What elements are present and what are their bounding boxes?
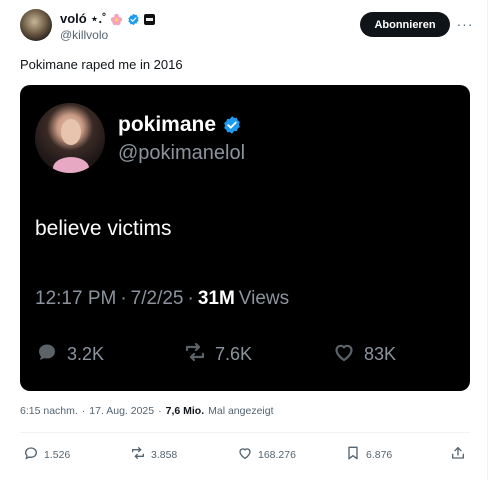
embed-time: 12:17 PM: [35, 288, 117, 309]
tweet-timestamp: 6:15 nachm. · 17. Aug. 2025 · 7,6 Mio. M…: [20, 405, 274, 417]
tweet-views-count: 7,6 Mio.: [165, 405, 205, 417]
embed-meta: 12:17 PM · 7/2/25 · 31M Views: [35, 288, 289, 310]
embed-views-label: Views: [238, 288, 290, 309]
divider: [20, 432, 470, 433]
action-bar: 1.526 3.858 168.276 6.876: [20, 445, 475, 465]
bookmark-count: 6.876: [366, 448, 393, 461]
embed-avatar: [35, 103, 105, 173]
repost-button[interactable]: 3.858: [130, 445, 177, 464]
author-handle[interactable]: @killvolo: [60, 28, 108, 42]
tweet-separator: ·: [81, 405, 86, 417]
embed-reply: 3.2K: [35, 340, 104, 369]
avatar[interactable]: [20, 9, 52, 41]
column-border: [487, 0, 488, 480]
follow-button[interactable]: Abonnieren: [360, 12, 450, 37]
embed-name-row: pokimane: [118, 113, 242, 137]
share-button[interactable]: [450, 445, 466, 464]
author-display-name[interactable]: voló ⋆.˚: [60, 11, 106, 27]
author-name-row: voló ⋆.˚: [60, 11, 156, 27]
bookmark-button[interactable]: 6.876: [345, 445, 392, 464]
embed-reply-count: 3.2K: [67, 344, 105, 364]
like-icon: [237, 445, 253, 464]
like-button[interactable]: 168.276: [237, 445, 296, 464]
tweet-text: Pokimane raped me in 2016: [20, 57, 183, 72]
embed-separator: ·: [187, 288, 194, 309]
embed-views-count: 31M: [197, 288, 235, 309]
tweet-time[interactable]: 6:15 nachm.: [20, 405, 78, 417]
reply-count: 1.526: [44, 448, 71, 461]
reply-icon: [35, 340, 59, 369]
embed-separator: ·: [120, 288, 127, 309]
repost-count: 3.858: [151, 448, 178, 461]
embed-date: 7/2/25: [130, 288, 184, 309]
tweet: voló ⋆.˚ @killvolo Abonnieren ··· Pokima…: [0, 0, 489, 480]
embed-handle: @pokimanelol: [118, 142, 246, 164]
more-icon[interactable]: ···: [455, 14, 475, 34]
reply-icon: [23, 445, 39, 464]
embed-repost: 7.6K: [183, 340, 252, 369]
repost-icon: [130, 445, 146, 464]
tweet-date[interactable]: 17. Aug. 2025: [89, 405, 154, 417]
like-icon: [332, 340, 356, 369]
embed-actions: 3.2K 7.6K 83K: [35, 340, 455, 366]
reply-button[interactable]: 1.526: [23, 445, 70, 464]
affiliate-icon[interactable]: [144, 13, 156, 25]
bookmark-icon: [345, 445, 361, 464]
embed-like: 83K: [332, 340, 396, 369]
embed-display-name: pokimane: [118, 113, 217, 136]
flower-icon: [110, 13, 123, 26]
embed-body-text: believe victims: [35, 217, 172, 240]
share-icon: [450, 445, 466, 464]
repost-icon: [183, 340, 207, 369]
tweet-separator: ·: [158, 405, 162, 417]
embedded-tweet-image[interactable]: pokimane @pokimanelol believe victims 12…: [20, 85, 470, 391]
embed-verified-icon: [222, 115, 242, 135]
tweet-views-label: Mal angezeigt: [208, 405, 274, 417]
verified-icon[interactable]: [127, 13, 140, 26]
embed-like-count: 83K: [364, 344, 397, 364]
like-count: 168.276: [258, 448, 296, 461]
embed-repost-count: 7.6K: [215, 344, 253, 364]
